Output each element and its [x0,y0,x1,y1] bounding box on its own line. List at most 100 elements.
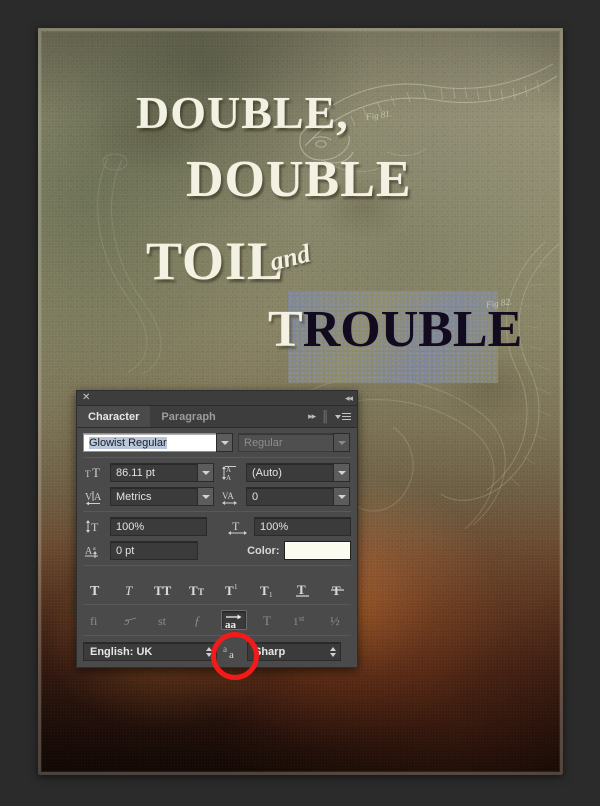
tracking-icon: VA [219,487,241,506]
font-size-dropdown-arrow[interactable] [197,463,214,482]
collapse-icon[interactable]: ◂◂ [345,393,353,404]
language-value: English: UK [90,645,153,658]
kerning-value: Metrics [116,490,152,503]
subscript-button[interactable]: T1 [256,580,282,600]
svg-text:T: T [225,583,234,598]
tracking-dropdown-arrow[interactable] [333,487,350,506]
svg-text:T: T [90,584,100,598]
close-icon[interactable]: ✕ [82,393,90,403]
small-caps-button[interactable]: TT [187,580,213,600]
leading-combo[interactable]: (Auto) [246,463,350,482]
stylistic-alternates-button[interactable]: aa [221,610,248,630]
leading-input[interactable]: (Auto) [246,463,333,482]
leading-value: (Auto) [252,466,282,479]
font-family-dropdown-arrow[interactable] [216,433,233,452]
svg-text:A: A [226,474,231,481]
svg-text:aa: aa [225,619,237,629]
svg-text:a: a [229,649,234,660]
svg-text:V: V [85,492,93,503]
color-label: Color: [247,544,280,557]
fractions-button[interactable]: ½ [325,610,351,630]
kerning-combo[interactable]: Metrics [110,487,214,506]
tracking-combo[interactable]: 0 [246,487,350,506]
ordinals-button[interactable]: 1st [290,610,316,630]
svg-text:A: A [94,492,102,503]
font-style-dropdown-arrow[interactable] [333,433,350,452]
style-button-row: T T TT TT T1 T1 T T [77,577,357,604]
svg-text:1: 1 [234,583,238,591]
baseline-shift-input[interactable]: 0 pt [110,541,199,560]
titling-alternates-button[interactable]: T [256,610,282,630]
horizontal-scale-icon: T [227,517,249,536]
leading-dropdown-arrow[interactable] [333,463,350,482]
svg-text:a: a [93,546,96,552]
font-family-input[interactable]: Glowist Regular [83,433,216,452]
panel-titlebar[interactable]: ✕ ◂◂ [77,391,357,406]
tracking-input[interactable]: 0 [246,487,333,506]
svg-text:T: T [263,613,271,628]
grip-icon: ║ [321,410,329,423]
font-row: Glowist Regular Regular [83,433,351,452]
tab-character[interactable]: Character [77,406,151,427]
all-caps-button[interactable]: TT [152,580,178,600]
character-panel-body: Glowist Regular Regular T T 86.11 pt A A … [77,428,357,577]
strikethrough-button[interactable]: T [325,580,351,600]
superscript-button[interactable]: T1 [221,580,247,600]
svg-text:st: st [299,614,305,623]
contextual-alternates-button[interactable]: ɔ [118,610,144,630]
expand-arrows-icon[interactable]: ▸▸ [308,411,316,422]
font-size-input[interactable]: 86.11 pt [110,463,197,482]
divider-2 [83,511,351,512]
screenshot-root: DOUBLE, DOUBLE TOIL and TROUBLE Fig 81. … [0,0,600,806]
anti-aliasing-select[interactable]: Sharp [247,642,341,661]
kerning-tracking-row: V A Metrics VA 0 [83,487,351,506]
svg-text:fi: fi [90,614,98,628]
font-family-value: Glowist Regular [89,436,167,449]
svg-text:T: T [189,583,198,598]
panel-tab-controls: ▸▸ ║ [308,406,357,427]
swash-button[interactable]: ƒ [187,610,213,630]
font-size-value: 86.11 pt [116,466,155,479]
divider-1 [83,457,351,458]
faux-italic-button[interactable]: T [118,580,144,600]
underline-button[interactable]: T [290,580,316,600]
divider-5 [83,635,351,636]
language-select[interactable]: English: UK [83,642,217,661]
divider-3 [83,565,351,566]
svg-text:½: ½ [330,613,340,628]
baseline-shift-value: 0 pt [116,544,135,557]
opentype-button-row: fi ɔ st ƒ aa T 1st [77,607,357,634]
font-style-input[interactable]: Regular [238,433,333,452]
font-style-value: Regular [244,436,283,449]
anti-aliasing-value: Sharp [254,645,286,658]
kerning-input[interactable]: Metrics [110,487,197,506]
svg-text:T: T [91,520,99,534]
font-family-combo[interactable]: Glowist Regular [83,433,233,452]
panel-tab-bar[interactable]: Character Paragraph ▸▸ ║ [77,406,357,428]
font-size-combo[interactable]: 86.11 pt [110,463,214,482]
panel-menu-icon[interactable] [335,413,351,420]
svg-text:T: T [198,587,204,597]
svg-text:a: a [223,644,227,654]
vertical-scale-value: 100% [116,520,145,533]
text-color-swatch[interactable] [284,541,351,560]
svg-text:T: T [297,582,306,597]
font-style-combo[interactable]: Regular [238,433,350,452]
baseline-color-row: A a 0 pt Color: [83,541,351,560]
svg-text:T: T [125,583,133,598]
svg-text:1: 1 [269,591,273,598]
size-leading-row: TT 86.11 pt A A (Auto) [83,463,351,482]
vertical-scale-input[interactable]: 100% [110,517,207,536]
svg-text:TT: TT [154,583,172,598]
svg-text:A: A [85,546,93,557]
scale-row: T 100% T 100% [83,517,351,536]
anti-aliasing-spinner-icon [330,646,336,657]
svg-text:T: T [232,519,240,533]
discretionary-ligatures-button[interactable]: st [152,610,178,630]
character-panel[interactable]: ✕ ◂◂ Character Paragraph ▸▸ ║ Glowist Re… [76,390,358,668]
kerning-dropdown-arrow[interactable] [197,487,214,506]
standard-ligatures-button[interactable]: fi [83,610,109,630]
tab-paragraph[interactable]: Paragraph [150,406,226,427]
horizontal-scale-input[interactable]: 100% [254,517,351,536]
faux-bold-button[interactable]: T [83,580,109,600]
